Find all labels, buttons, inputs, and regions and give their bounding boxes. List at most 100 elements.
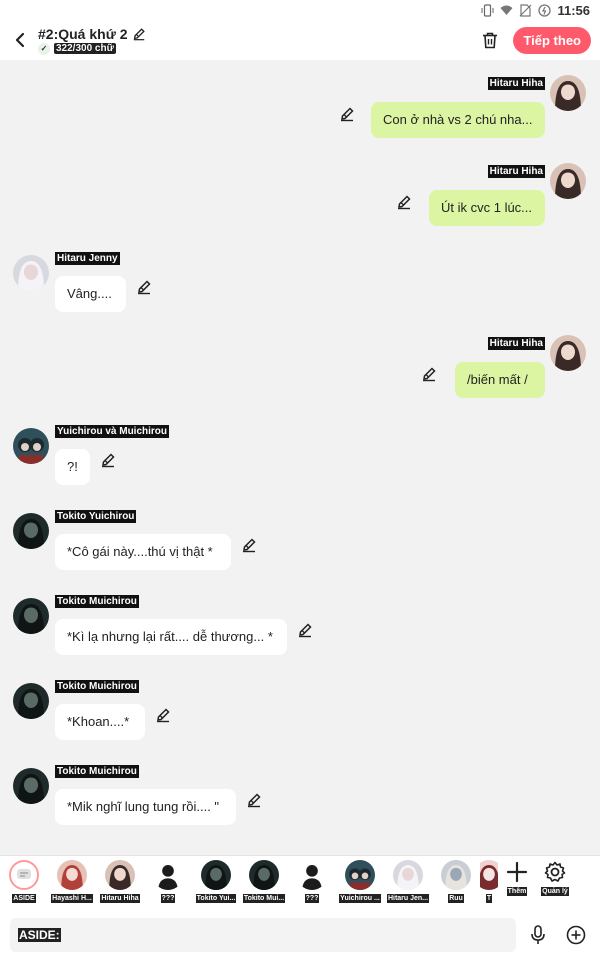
chat-message[interactable]: Yuichirou và Muichirou?! bbox=[0, 423, 600, 503]
sender-name: Tokito Muichirou bbox=[55, 765, 139, 778]
character-avatar bbox=[57, 860, 87, 890]
character-name: ??? bbox=[304, 894, 320, 903]
sender-name: Hitaru Jenny bbox=[55, 252, 120, 265]
chat-area[interactable]: Hitaru Hiha Con ở nhà vs 2 chú nha... Hita… bbox=[0, 60, 600, 855]
pencil-icon[interactable] bbox=[421, 366, 437, 382]
battery-icon bbox=[538, 3, 552, 17]
message-avatar[interactable] bbox=[13, 683, 49, 719]
chapter-title: #2:Quá khứ 2 bbox=[38, 25, 128, 42]
message-bubble[interactable]: Út ik cvc 1 lúc... bbox=[429, 190, 545, 226]
message-bubble[interactable]: *Khoan....* bbox=[55, 704, 145, 740]
pencil-icon[interactable] bbox=[132, 27, 146, 41]
pencil-icon[interactable] bbox=[297, 622, 313, 638]
chat-message[interactable]: Hitaru Jenny Vâng.... bbox=[0, 250, 600, 330]
chat-message[interactable]: Tokito Muichirou *Kì lạ nhưng lại rất....… bbox=[0, 593, 600, 673]
character-item[interactable]: Tokito Yui... bbox=[192, 856, 240, 911]
status-time: 11:56 bbox=[557, 2, 590, 18]
character-avatar bbox=[105, 860, 135, 890]
chat-message[interactable]: Tokito Muichirou *Mik nghĩ lung tung rồi.… bbox=[0, 763, 600, 843]
message-avatar[interactable] bbox=[13, 768, 49, 804]
character-item[interactable]: Hayashi H... bbox=[48, 856, 96, 911]
message-avatar[interactable] bbox=[550, 335, 586, 371]
chapter-title-block[interactable]: #2:Quá khứ 2 ✓ 322/300 chữ bbox=[38, 26, 475, 55]
character-item[interactable]: Hitaru Hiha bbox=[96, 856, 144, 911]
message-avatar[interactable] bbox=[550, 75, 586, 111]
aside-icon bbox=[9, 860, 39, 890]
message-bubble[interactable]: *Cô gái này....thú vị thật * bbox=[55, 534, 231, 570]
next-button[interactable]: Tiếp theo bbox=[513, 26, 591, 54]
pencil-icon[interactable] bbox=[339, 106, 355, 122]
gear-icon bbox=[544, 861, 566, 882]
pencil-icon[interactable] bbox=[241, 537, 257, 553]
pencil-icon[interactable] bbox=[155, 707, 171, 723]
character-avatar bbox=[480, 860, 498, 890]
message-avatar[interactable] bbox=[13, 428, 49, 464]
chat-message[interactable]: Hitaru Hiha Con ở nhà vs 2 chú nha... bbox=[0, 75, 600, 155]
character-avatar bbox=[201, 860, 231, 890]
message-bubble[interactable]: *Mik nghĩ lung tung rồi.... " bbox=[55, 789, 236, 825]
attach-button[interactable] bbox=[560, 919, 592, 951]
manage-characters-button[interactable]: Quản lý bbox=[536, 856, 574, 911]
message-bubble[interactable]: Vâng.... bbox=[55, 276, 126, 312]
word-count: 322/300 chữ bbox=[54, 43, 116, 54]
delete-button[interactable] bbox=[475, 25, 505, 55]
character-bar[interactable]: ASIDE Hayashi H... Hitaru Hiha??? Tokito Yu… bbox=[0, 855, 600, 910]
plus-circle-icon bbox=[566, 925, 586, 945]
plus-icon bbox=[506, 861, 528, 883]
character-name: Yuichirou ... bbox=[339, 894, 381, 903]
pencil-icon[interactable] bbox=[100, 452, 116, 468]
check-icon: ✓ bbox=[38, 42, 50, 55]
status-bar: 11:56 bbox=[0, 0, 600, 20]
chat-message[interactable]: Tokito Muichirou *Khoan....* bbox=[0, 678, 600, 758]
no-sim-icon bbox=[519, 3, 532, 17]
vibrate-icon bbox=[481, 3, 494, 17]
character-avatar bbox=[153, 860, 183, 890]
message-bubble[interactable]: ?! bbox=[55, 449, 90, 485]
message-input[interactable]: ASIDE: bbox=[10, 918, 516, 952]
character-avatar bbox=[393, 860, 423, 890]
trash-icon bbox=[483, 32, 498, 48]
character-item[interactable]: T bbox=[480, 856, 498, 911]
message-avatar[interactable] bbox=[13, 598, 49, 634]
character-item[interactable]: ??? bbox=[288, 856, 336, 911]
sender-name: Tokito Yuichirou bbox=[55, 510, 137, 523]
character-item[interactable]: Hitaru Jen... bbox=[384, 856, 432, 911]
add-label: Thêm bbox=[506, 887, 528, 896]
character-item[interactable]: Tokito Mui... bbox=[240, 856, 288, 911]
character-aside[interactable]: ASIDE bbox=[0, 856, 48, 911]
chat-message[interactable]: Hitaru Hiha Út ik cvc 1 lúc... bbox=[0, 163, 600, 243]
character-avatar bbox=[249, 860, 279, 890]
character-name: Tokito Yui... bbox=[195, 894, 237, 903]
message-bubble[interactable]: /biến mất / bbox=[455, 362, 545, 398]
character-avatar bbox=[441, 860, 471, 890]
message-bubble[interactable]: Con ở nhà vs 2 chú nha... bbox=[371, 102, 545, 138]
pencil-icon[interactable] bbox=[136, 279, 152, 295]
header-bar: #2:Quá khứ 2 ✓ 322/300 chữ Tiếp theo bbox=[0, 20, 600, 60]
character-name: ??? bbox=[160, 894, 176, 903]
character-name: T bbox=[485, 894, 493, 903]
character-item[interactable]: Yuichirou ... bbox=[336, 856, 384, 911]
message-avatar[interactable] bbox=[13, 255, 49, 291]
character-item[interactable]: ??? bbox=[144, 856, 192, 911]
character-name: Hayashi H... bbox=[51, 894, 93, 903]
manage-label: Quản lý bbox=[541, 887, 569, 896]
chat-message[interactable]: Hitaru Hiha/biến mất / bbox=[0, 335, 600, 415]
character-name: ASIDE bbox=[12, 894, 36, 903]
voice-button[interactable] bbox=[522, 919, 554, 951]
microphone-icon bbox=[531, 925, 545, 944]
add-character-button[interactable]: Thêm bbox=[498, 856, 536, 911]
message-avatar[interactable] bbox=[13, 513, 49, 549]
pencil-icon[interactable] bbox=[246, 792, 262, 808]
character-item[interactable]: Ruu bbox=[432, 856, 480, 911]
message-bubble[interactable]: *Kì lạ nhưng lại rất.... dễ thương... * bbox=[55, 619, 287, 655]
sender-name: Tokito Muichirou bbox=[55, 680, 139, 693]
character-name: Hitaru Hiha bbox=[100, 894, 140, 903]
message-avatar[interactable] bbox=[550, 163, 586, 199]
character-name: Tokito Mui... bbox=[242, 894, 286, 903]
sender-name: Tokito Muichirou bbox=[55, 595, 139, 608]
chat-message[interactable]: Tokito Yuichirou *Cô gái này....thú vị th… bbox=[0, 508, 600, 588]
pencil-icon[interactable] bbox=[396, 194, 412, 210]
character-name: Hitaru Jen... bbox=[386, 894, 430, 903]
back-button[interactable] bbox=[2, 20, 38, 60]
speaker-prefix: ASIDE: bbox=[18, 928, 61, 942]
